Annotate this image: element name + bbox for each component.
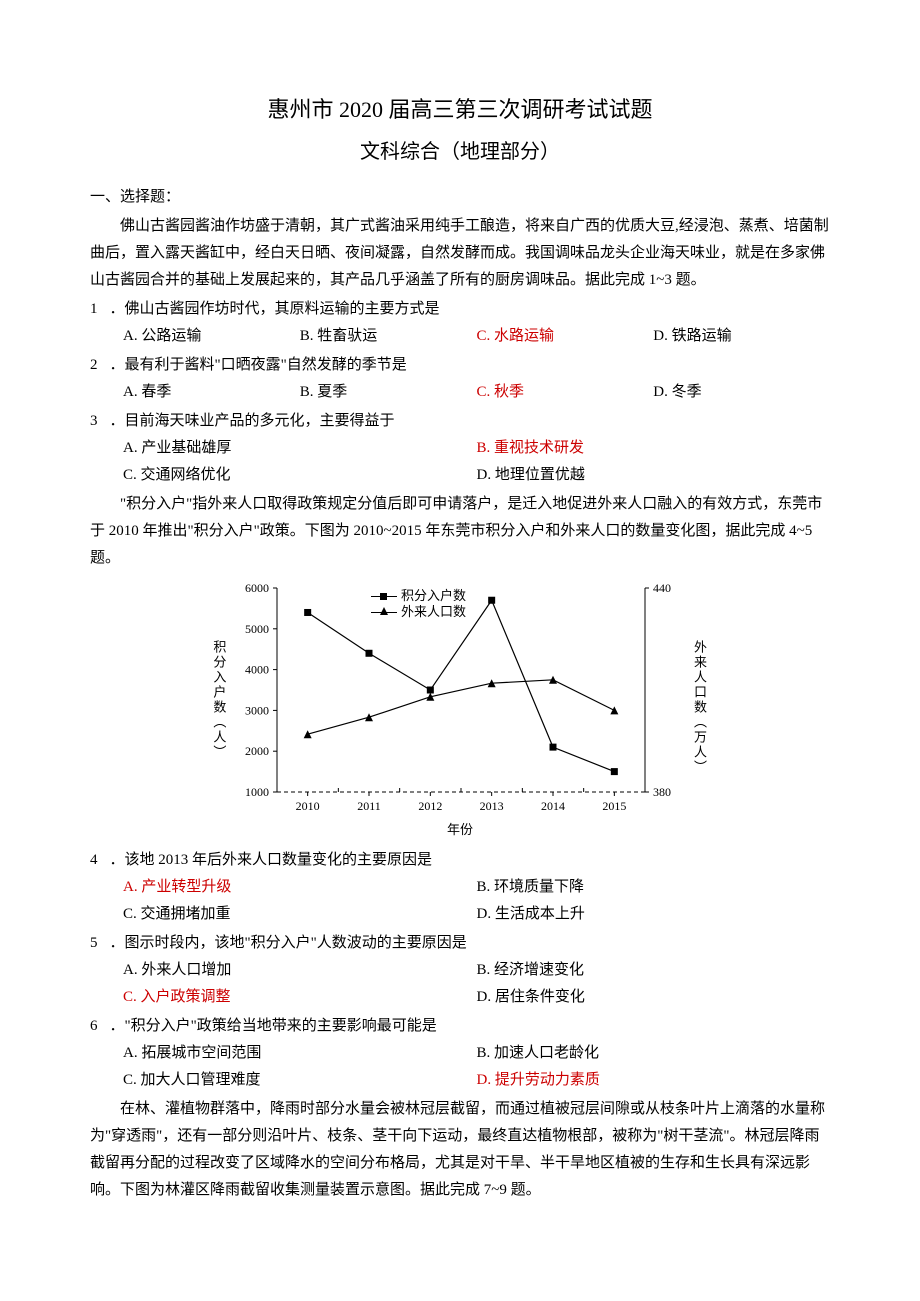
svg-text:5000: 5000 [245,621,269,635]
q5-opt-a: A. 外来人口增加 [123,957,477,984]
svg-text:2011: 2011 [357,799,381,813]
q1-options: A. 公路运输 B. 牲畜驮运 C. 水路运输 D. 铁路运输 [90,323,830,350]
svg-text:1000: 1000 [245,785,269,799]
svg-text:2012: 2012 [418,799,442,813]
q3-opt-b: B. 重视技术研发 [477,435,831,462]
question-5: 5．图示时段内，该地"积分入户"人数波动的主要原因是 A. 外来人口增加 B. … [90,930,830,1011]
q2-opt-c: C. 秋季 [477,379,654,406]
q5-num: 5 [90,930,110,957]
q1-opt-a: A. 公路运输 [123,323,300,350]
q1-text: ．佛山古酱园作坊时代，其原料运输的主要方式是 [110,301,440,317]
q3-num: 3 [90,408,110,435]
q2-opt-b: B. 夏季 [300,379,477,406]
legend-label-1: 积分入户数 [401,588,466,605]
svg-text:2013: 2013 [480,799,504,813]
q6-opt-c: C. 加大人口管理难度 [123,1067,477,1094]
passage-3: 在林、灌植物群落中，降雨时部分水量会被林冠层截留，而通过植被冠层间隙或从枝条叶片… [90,1096,830,1204]
page-title: 惠州市 2020 届高三第三次调研考试试题 [90,90,830,130]
passage-1: 佛山古酱园酱油作坊盛于清朝，其广式酱油采用纯手工酿造，将来自广西的优质大豆,经浸… [90,213,830,294]
svg-text:6000: 6000 [245,581,269,595]
q3-text: ．目前海天味业产品的多元化，主要得益于 [110,413,395,429]
q1-opt-d: D. 铁路运输 [653,323,830,350]
q4-opt-a: A. 产业转型升级 [123,874,477,901]
q3-opt-a: A. 产业基础雄厚 [123,435,477,462]
q5-text: ．图示时段内，该地"积分入户"人数波动的主要原因是 [110,935,467,951]
legend-row-2: 外来人口数 [371,604,466,621]
q2-num: 2 [90,352,110,379]
section-heading: 一、选择题： [90,184,830,211]
y-axis-left-label: 积分入户数（人） [207,640,230,760]
chart-legend: 积分入户数 外来人口数 [365,586,472,624]
q2-opt-a: A. 春季 [123,379,300,406]
q2-opt-d: D. 冬季 [653,379,830,406]
legend-marker-square-icon [371,596,397,597]
page-subtitle: 文科综合（地理部分） [90,134,830,170]
q2-options: A. 春季 B. 夏季 C. 秋季 D. 冬季 [90,379,830,406]
q1-num: 1 [90,296,110,323]
q1-opt-b: B. 牲畜驮运 [300,323,477,350]
q6-opt-a: A. 拓展城市空间范围 [123,1040,477,1067]
q6-opt-b: B. 加速人口老龄化 [477,1040,831,1067]
svg-text:4000: 4000 [245,662,269,676]
q5-opt-d: D. 居住条件变化 [477,984,831,1011]
question-4: 4．该地 2013 年后外来人口数量变化的主要原因是 A. 产业转型升级 B. … [90,847,830,928]
q6-options: A. 拓展城市空间范围 B. 加速人口老龄化 C. 加大人口管理难度 D. 提升… [90,1040,830,1094]
question-3: 3．目前海天味业产品的多元化，主要得益于 A. 产业基础雄厚 B. 重视技术研发… [90,408,830,489]
q5-opt-c: C. 入户政策调整 [123,984,477,1011]
q2-text: ．最有利于酱料"口晒夜露"自然发酵的季节是 [110,357,407,373]
q4-opt-c: C. 交通拥堵加重 [123,901,477,928]
chart: 积分入户数 外来人口数 积分入户数（人） 外来人口数（万人） 100020003… [225,580,695,841]
question-1: 1．佛山古酱园作坊时代，其原料运输的主要方式是 A. 公路运输 B. 牲畜驮运 … [90,296,830,350]
q5-options: A. 外来人口增加 B. 经济增速变化 C. 入户政策调整 D. 居住条件变化 [90,957,830,1011]
svg-text:3000: 3000 [245,703,269,717]
q6-opt-d: D. 提升劳动力素质 [477,1067,831,1094]
q1-opt-c: C. 水路运输 [477,323,654,350]
legend-row-1: 积分入户数 [371,588,466,605]
question-6: 6．"积分入户"政策给当地带来的主要影响最可能是 A. 拓展城市空间范围 B. … [90,1013,830,1094]
q3-opt-c: C. 交通网络优化 [123,462,477,489]
legend-label-2: 外来人口数 [401,604,466,621]
q6-text: ．"积分入户"政策给当地带来的主要影响最可能是 [110,1018,437,1034]
q4-text: ．该地 2013 年后外来人口数量变化的主要原因是 [110,852,433,868]
svg-text:2000: 2000 [245,744,269,758]
legend-marker-triangle-icon [371,612,397,613]
q4-opt-b: B. 环境质量下降 [477,874,831,901]
q3-opt-d: D. 地理位置优越 [477,462,831,489]
question-2: 2．最有利于酱料"口晒夜露"自然发酵的季节是 A. 春季 B. 夏季 C. 秋季… [90,352,830,406]
svg-text:2010: 2010 [296,799,320,813]
passage-2: "积分入户"指外来人口取得政策规定分值后即可申请落户，是迁入地促进外来人口融入的… [90,491,830,572]
svg-text:440: 440 [653,581,671,595]
svg-text:2014: 2014 [541,799,565,813]
q4-opt-d: D. 生活成本上升 [477,901,831,928]
q3-options: A. 产业基础雄厚 B. 重视技术研发 C. 交通网络优化 D. 地理位置优越 [90,435,830,489]
y-axis-right-label: 外来人口数（万人） [688,640,711,775]
svg-text:2015: 2015 [602,799,626,813]
svg-text:380: 380 [653,785,671,799]
q4-options: A. 产业转型升级 B. 环境质量下降 C. 交通拥堵加重 D. 生活成本上升 [90,874,830,928]
q6-num: 6 [90,1013,110,1040]
q5-opt-b: B. 经济增速变化 [477,957,831,984]
q4-num: 4 [90,847,110,874]
x-axis-label: 年份 [225,818,695,841]
